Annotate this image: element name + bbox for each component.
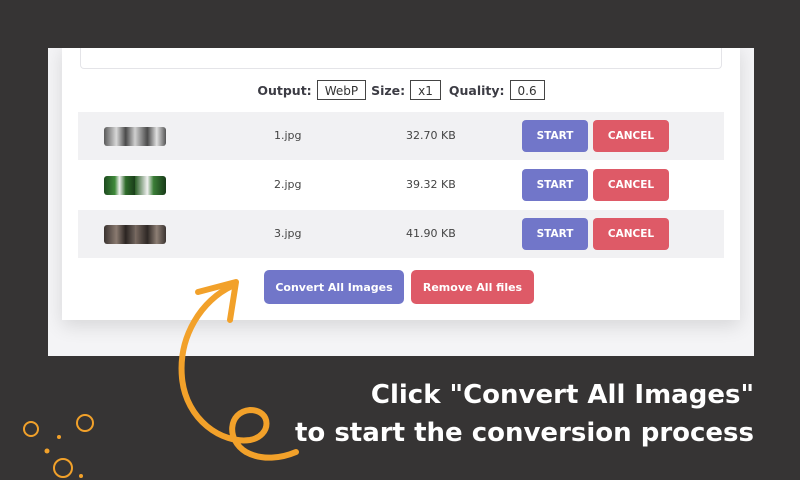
caption-line-1: Click "Convert All Images" [370, 380, 754, 410]
circle-decoration-icon [76, 414, 94, 432]
circle-decoration-icon [23, 421, 39, 437]
dot-decoration-icon [79, 474, 83, 478]
dot-decoration-icon [57, 435, 61, 439]
dot-decoration-icon [44, 448, 50, 454]
instruction-caption: Click "Convert All Images" to start the … [295, 376, 754, 452]
curly-arrow-icon [178, 283, 299, 461]
caption-line-2: to start the conversion process [294, 418, 754, 448]
circle-decoration-icon [53, 458, 73, 478]
